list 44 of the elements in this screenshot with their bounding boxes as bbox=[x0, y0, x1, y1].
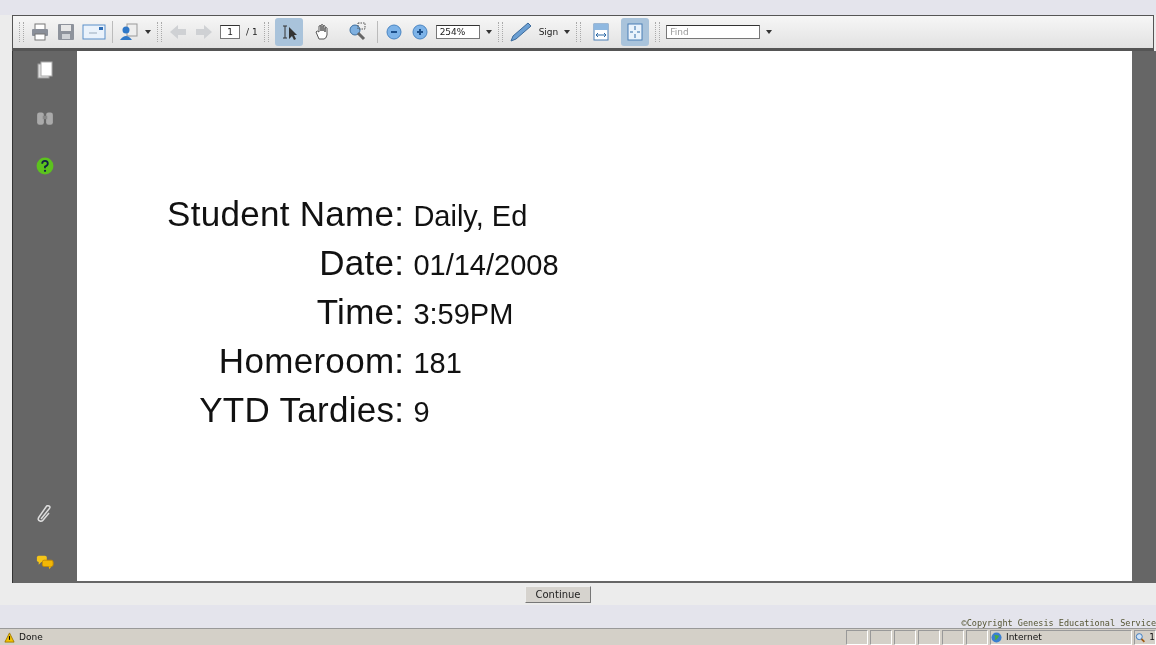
print-icon[interactable] bbox=[30, 22, 50, 42]
field-label: Time: bbox=[315, 291, 405, 332]
field-value: 01/14/2008 bbox=[413, 249, 559, 282]
field-label: Homeroom: bbox=[217, 340, 405, 381]
magnifier-icon bbox=[1135, 631, 1146, 643]
page-total: / 1 bbox=[246, 27, 258, 37]
save-icon[interactable] bbox=[56, 22, 76, 42]
caret-icon[interactable] bbox=[564, 30, 571, 34]
help-icon[interactable] bbox=[36, 157, 54, 175]
fit-page-icon bbox=[625, 22, 646, 42]
comments-icon[interactable] bbox=[36, 553, 54, 571]
zoom-field[interactable]: 254% bbox=[435, 25, 480, 39]
zoom-panel[interactable]: 1 bbox=[1134, 629, 1156, 645]
field-value: 181 bbox=[413, 347, 463, 380]
field-value: 3:59PM bbox=[413, 298, 515, 331]
field-label: YTD Tardies: bbox=[198, 389, 405, 430]
zoom-text: 1 bbox=[1149, 632, 1155, 642]
fit-page-button[interactable] bbox=[621, 18, 650, 46]
globe-icon bbox=[991, 631, 1002, 643]
select-tool[interactable] bbox=[274, 18, 303, 46]
sign-label[interactable]: Sign bbox=[538, 27, 559, 37]
zoom-out-icon[interactable] bbox=[383, 22, 404, 42]
envelope-icon[interactable] bbox=[82, 22, 106, 42]
pages-icon[interactable] bbox=[36, 61, 54, 79]
zoom-in-icon[interactable] bbox=[409, 22, 430, 42]
magnifier-icon bbox=[346, 22, 367, 42]
pen-icon[interactable] bbox=[508, 22, 533, 42]
paperclip-icon[interactable] bbox=[36, 505, 54, 523]
page-field[interactable]: 1 bbox=[220, 25, 240, 39]
binoculars-icon[interactable] bbox=[36, 109, 54, 127]
warning-icon bbox=[4, 631, 15, 643]
caret-icon[interactable] bbox=[485, 30, 492, 34]
caret-icon[interactable] bbox=[145, 30, 151, 34]
fit-width-icon bbox=[591, 22, 612, 42]
person-icon[interactable] bbox=[119, 22, 139, 42]
field-value: 9 bbox=[413, 396, 431, 429]
copyright-text: ©Copyright Genesis Educational Service bbox=[961, 618, 1156, 628]
status-text: Done bbox=[19, 632, 43, 642]
continue-button[interactable]: Continue bbox=[524, 585, 592, 603]
field-value: Daily, Ed bbox=[413, 200, 529, 233]
field-label: Date: bbox=[318, 242, 405, 283]
field-label: Student Name: bbox=[167, 193, 405, 234]
zone-text: Internet bbox=[1006, 632, 1042, 642]
caret-icon[interactable] bbox=[766, 30, 773, 34]
